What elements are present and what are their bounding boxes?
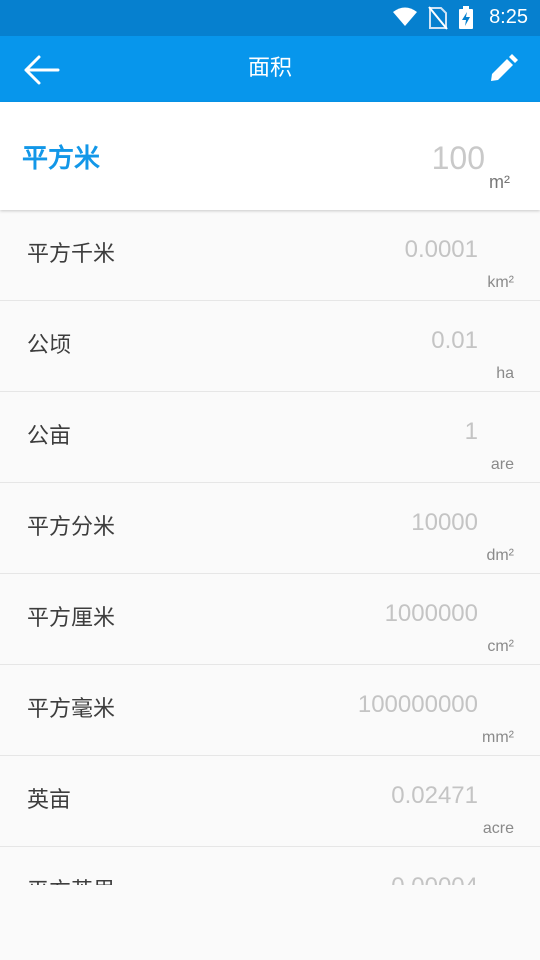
unit-symbol: mm²: [482, 729, 514, 746]
unit-value: 1000000: [384, 600, 478, 627]
no-sim-icon: [428, 6, 448, 30]
list-item[interactable]: 公亩 1 are: [0, 392, 540, 483]
unit-value: 0.02471: [391, 782, 478, 809]
unit-value: 0.0001: [404, 236, 478, 263]
selected-unit-name: 平方米: [22, 144, 101, 174]
unit-name: 公顷: [27, 333, 72, 358]
unit-value: 100000000: [357, 691, 478, 718]
unit-value: 0.00004: [391, 873, 478, 885]
status-time: 8:25: [489, 6, 528, 28]
unit-symbol: km²: [487, 274, 514, 291]
battery-charging-icon: [459, 6, 473, 29]
list-item[interactable]: 平方分米 10000 dm²: [0, 483, 540, 574]
status-bar: 8:25: [0, 0, 540, 36]
unit-symbol: cm²: [487, 638, 514, 655]
selected-unit-row[interactable]: 平方米 100 m²: [0, 102, 540, 210]
list-item[interactable]: 平方英里 0.00004: [0, 847, 540, 885]
unit-value: 0.01: [431, 327, 478, 354]
list-item[interactable]: 平方千米 0.0001 km²: [0, 210, 540, 301]
unit-name: 平方英里: [27, 873, 115, 885]
unit-symbol: are: [490, 456, 514, 473]
unit-name: 平方千米: [27, 242, 116, 267]
unit-value: 10000: [411, 509, 478, 536]
unit-name: 英亩: [27, 788, 72, 813]
unit-value: 1: [464, 418, 478, 445]
unit-symbol: dm²: [486, 547, 514, 564]
conversion-list[interactable]: 平方千米 0.0001 km² 公顷 0.01 ha 公亩 1 are 平方分米…: [0, 210, 540, 885]
unit-name: 平方分米: [27, 515, 116, 540]
list-item[interactable]: 公顷 0.01 ha: [0, 301, 540, 392]
unit-name: 平方厘米: [27, 606, 116, 631]
selected-unit-symbol: m²: [489, 172, 510, 192]
page-title: 面积: [247, 56, 292, 81]
unit-symbol: acre: [482, 820, 514, 837]
edit-pencil-icon[interactable]: [488, 54, 518, 84]
unit-name: 平方毫米: [27, 697, 116, 722]
bottom-area: [0, 885, 540, 960]
app-bar: 面积: [0, 36, 540, 102]
unit-name: 公亩: [27, 424, 72, 449]
list-item[interactable]: 平方厘米 1000000 cm²: [0, 574, 540, 665]
list-item[interactable]: 平方毫米 100000000 mm²: [0, 665, 540, 756]
selected-unit-value[interactable]: 100: [432, 140, 485, 177]
unit-symbol: ha: [496, 365, 514, 382]
list-item[interactable]: 英亩 0.02471 acre: [0, 756, 540, 847]
wifi-icon: [393, 7, 417, 26]
